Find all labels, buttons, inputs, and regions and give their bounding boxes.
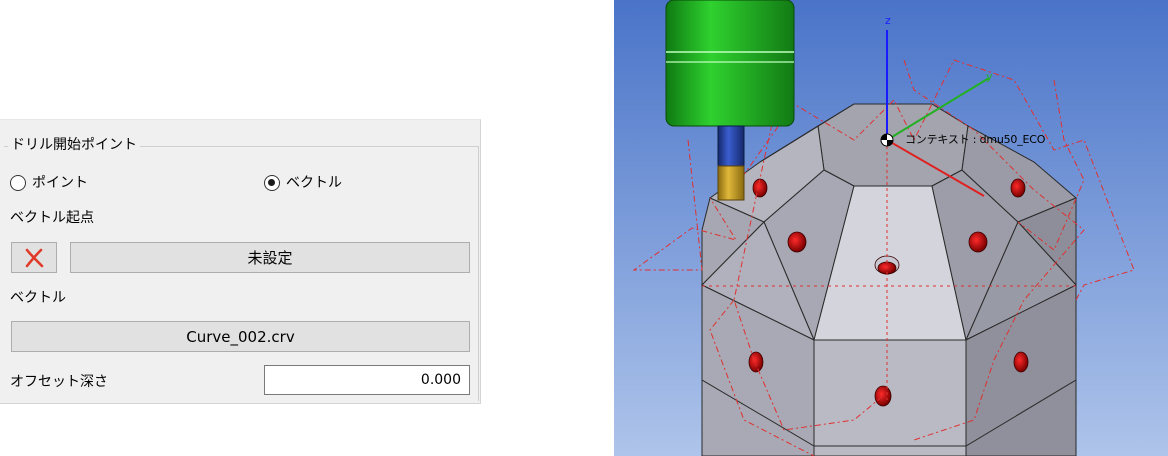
hole (874, 385, 892, 407)
radio-point-circle[interactable] (10, 175, 26, 191)
hole (1010, 178, 1026, 198)
3d-viewport[interactable]: z y コンテキスト : dmu50_ECO (614, 0, 1168, 456)
radio-point-label: ポイント (32, 175, 88, 191)
radio-vector[interactable]: ベクトル (264, 173, 342, 193)
offset-depth-input[interactable] (264, 365, 470, 395)
drill-start-point-panel: ドリル開始ポイント ポイント ベクトル ベクトル起点 未設定 ベクトル Curv… (0, 119, 481, 404)
hole (1013, 351, 1029, 373)
group-title: ドリル開始ポイント (8, 135, 140, 155)
hole (968, 231, 988, 253)
drill-shank (717, 125, 745, 169)
vector-origin-label: ベクトル起点 (10, 210, 94, 226)
vector-curve-button[interactable]: Curve_002.crv (11, 321, 470, 352)
radio-point[interactable]: ポイント (10, 173, 88, 193)
z-axis-label: z (885, 14, 891, 27)
drill-tip (717, 165, 745, 201)
hole (752, 178, 768, 198)
hole (748, 351, 764, 373)
vector-origin-select-button[interactable]: 未設定 (70, 242, 470, 273)
vector-label: ベクトル (10, 290, 66, 306)
context-label: コンテキスト : dmu50_ECO (905, 133, 1046, 146)
y-axis-label: y (986, 70, 993, 83)
offset-depth-label: オフセット深さ (10, 374, 108, 390)
viewport-scene[interactable] (614, 0, 1168, 456)
clear-x-icon (25, 248, 44, 267)
clear-vector-origin-button[interactable] (11, 242, 57, 273)
tool-holder (665, 0, 795, 127)
hole (787, 231, 807, 253)
radio-vector-circle[interactable] (264, 175, 280, 191)
radio-vector-label: ベクトル (286, 175, 342, 191)
